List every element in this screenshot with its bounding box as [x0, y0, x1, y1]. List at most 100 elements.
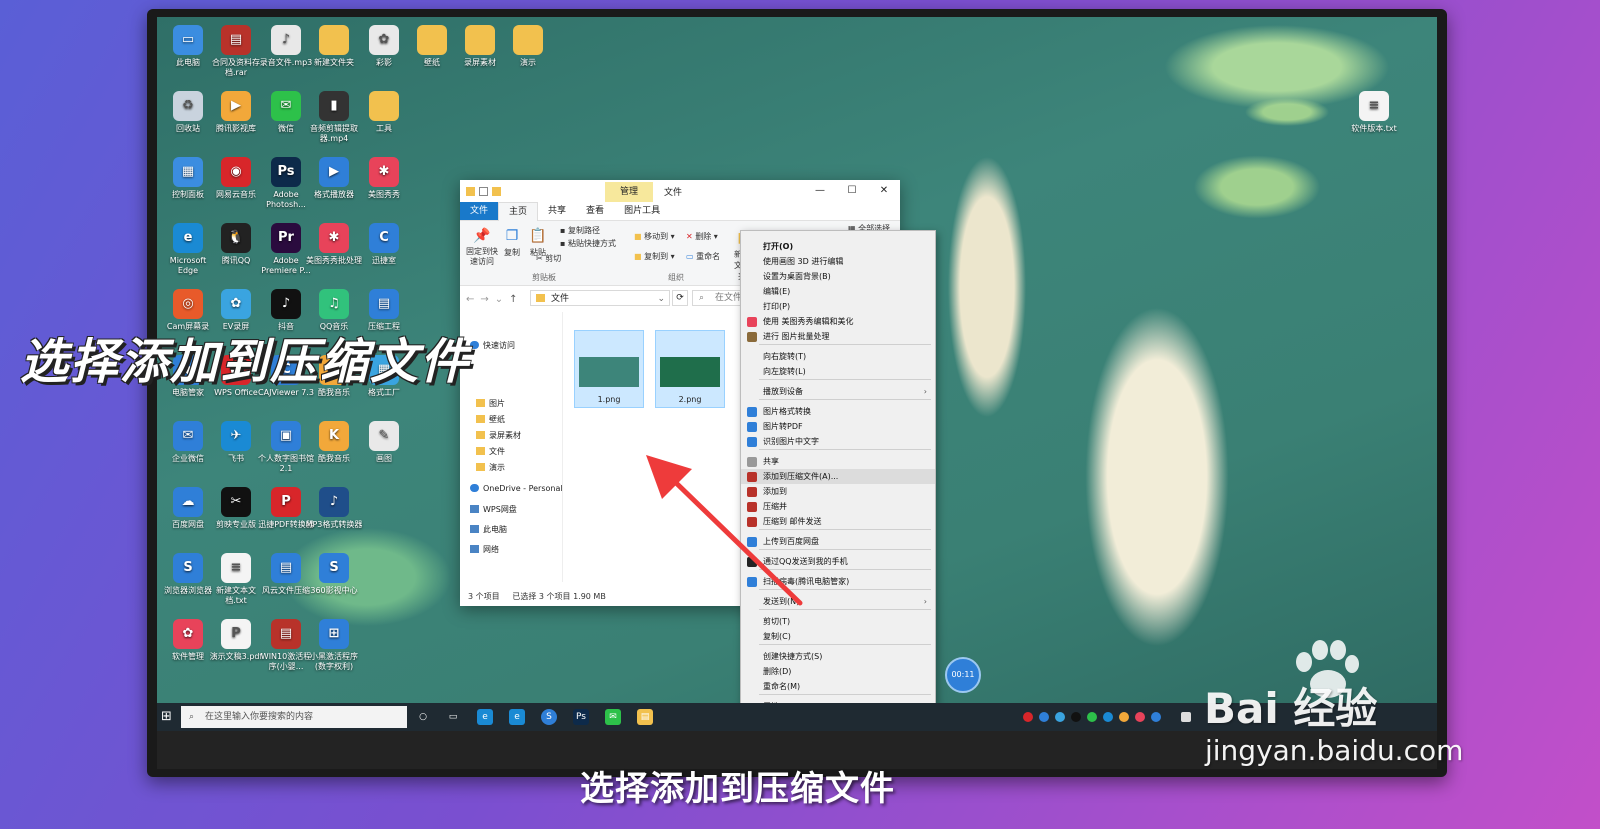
desktop-icon[interactable]: ≡ 软件版本.txt: [1345, 91, 1403, 134]
context-menu-item[interactable]: 使用画图 3D 进行编辑: [741, 254, 935, 269]
context-menu-item[interactable]: 打开(O): [741, 239, 935, 254]
nav-item[interactable]: 演示: [476, 462, 505, 473]
tray-icon[interactable]: [1055, 712, 1065, 722]
quick-access-toolbar[interactable]: [466, 186, 501, 196]
file-thumbnail[interactable]: 2.png: [655, 330, 725, 408]
paste-shortcut-button[interactable]: ▪ 粘贴快捷方式: [560, 238, 616, 249]
maximize-icon[interactable]: ☐: [836, 180, 868, 202]
folder-icon: [466, 186, 475, 196]
context-menu-item[interactable]: 复制(C): [741, 629, 935, 644]
manage-context-tab[interactable]: 管理: [605, 182, 653, 202]
nav-item[interactable]: 图片: [476, 398, 505, 409]
app-icon: [369, 91, 399, 121]
context-menu-item[interactable]: 图片格式转换: [741, 404, 935, 419]
edge-icon[interactable]: e: [509, 709, 525, 725]
nav-item[interactable]: 此电脑: [470, 524, 507, 535]
desktop-icon[interactable]: ✎ 画图: [355, 421, 413, 464]
app-icon: e: [173, 223, 203, 253]
context-menu-item[interactable]: 向左旋转(L): [741, 364, 935, 379]
address-input[interactable]: 文件 ⌄: [530, 290, 670, 306]
desktop-icon[interactable]: S 360影视中心: [305, 553, 363, 596]
tray-icon[interactable]: [1119, 712, 1129, 722]
windows-start-icon[interactable]: ⊞: [161, 710, 175, 724]
file-thumbnail[interactable]: 1.png: [574, 330, 644, 408]
taskbar-search-input[interactable]: ⌕ 在这里输入你要搜索的内容: [181, 706, 407, 728]
cortana-icon[interactable]: ○: [415, 709, 431, 725]
task-view-icon[interactable]: ▭: [445, 709, 461, 725]
nav-item[interactable]: OneDrive - Personal: [470, 484, 563, 493]
app-icon: [417, 25, 447, 55]
close-icon[interactable]: ✕: [868, 180, 900, 202]
move-to-button[interactable]: ■ 移动到 ▾: [634, 231, 675, 242]
wechat-tray-icon[interactable]: [1087, 712, 1097, 722]
refresh-button[interactable]: ⟳: [672, 290, 688, 306]
delete-button[interactable]: ✕ 删除 ▾: [686, 231, 718, 242]
annotation-arrow: [646, 455, 803, 606]
app-icon: Pr: [271, 223, 301, 253]
tray-icon[interactable]: [1181, 712, 1191, 722]
copy-to-button[interactable]: ■ 复制到 ▾: [634, 251, 675, 262]
nav-item[interactable]: 快速访问: [470, 340, 515, 351]
minimize-icon[interactable]: —: [804, 180, 836, 202]
edge-icon[interactable]: e: [477, 709, 493, 725]
shield-tray-icon[interactable]: [1151, 712, 1161, 722]
context-menu-item[interactable]: 播放到设备 ›: [741, 384, 935, 399]
forward-icon[interactable]: →: [480, 294, 488, 305]
back-icon[interactable]: ←: [466, 294, 474, 305]
desktop-icon[interactable]: ⊞ 小黑激活程序(数字权利): [305, 619, 363, 672]
checkbox-icon[interactable]: [479, 186, 488, 196]
recent-chevron-icon[interactable]: ⌄: [495, 294, 503, 305]
tray-icon[interactable]: [1039, 712, 1049, 722]
desktop-icon[interactable]: 工具: [355, 91, 413, 134]
nav-item[interactable]: WPS网盘: [470, 504, 517, 515]
file-explorer-icon[interactable]: ▤: [637, 709, 653, 725]
context-menu-item[interactable]: 识别图片中文字: [741, 434, 935, 449]
tab-picture-tools[interactable]: 图片工具: [614, 202, 670, 220]
context-menu-item[interactable]: 重命名(M): [741, 679, 935, 694]
tab-file[interactable]: 文件: [460, 202, 499, 220]
chevron-right-icon: ›: [923, 387, 927, 396]
context-menu-item[interactable]: 剪切(T): [741, 614, 935, 629]
tab-view[interactable]: 查看: [576, 202, 614, 220]
tab-home[interactable]: 主页: [498, 201, 539, 221]
app-icon: ▤: [221, 25, 251, 55]
pin-quick-access-button[interactable]: 📌 固定到快速访问: [464, 227, 500, 267]
tray-icon[interactable]: [1103, 712, 1113, 722]
computer-icon: [470, 525, 479, 533]
desktop-icon[interactable]: ✱ 美图秀秀: [355, 157, 413, 200]
tray-icon[interactable]: [1135, 712, 1145, 722]
cut-button[interactable]: ✂ 剪切: [536, 253, 561, 264]
netease-tray-icon[interactable]: [1023, 712, 1033, 722]
browser-icon[interactable]: S: [541, 709, 557, 725]
chevron-down-icon[interactable]: ⌄: [657, 291, 665, 307]
rename-button[interactable]: ▭ 重命名: [686, 251, 720, 262]
desktop-icon[interactable]: 演示: [499, 25, 557, 68]
context-menu-item[interactable]: 进行 图片批量处理: [741, 329, 935, 344]
context-menu-item[interactable]: 编辑(E): [741, 284, 935, 299]
nav-item[interactable]: 壁纸: [476, 414, 505, 425]
copy-path-button[interactable]: ▪ 复制路径: [560, 225, 600, 236]
desktop-icon-label: 软件版本.txt: [1351, 124, 1397, 133]
copy-button[interactable]: ❐ 复制: [500, 227, 524, 258]
desktop-icon[interactable]: ♪ MP3格式转换器: [305, 487, 363, 530]
context-menu-item[interactable]: 设置为桌面背景(B): [741, 269, 935, 284]
tiktok-tray-icon[interactable]: [1071, 712, 1081, 722]
desktop-icon-label: 演示: [520, 58, 536, 67]
context-menu-item[interactable]: 使用 美图秀秀编辑和美化: [741, 314, 935, 329]
desktop-icon[interactable]: C 迅捷室: [355, 223, 413, 266]
nav-item[interactable]: 文件: [476, 446, 505, 457]
menu-separator: [759, 399, 931, 400]
nav-item[interactable]: 网络: [470, 544, 499, 555]
up-icon[interactable]: ↑: [509, 294, 517, 305]
context-menu-item[interactable]: 创建快捷方式(S): [741, 649, 935, 664]
nav-item[interactable]: 录屏素材: [476, 430, 521, 441]
photoshop-icon[interactable]: Ps: [573, 709, 589, 725]
context-menu-item[interactable]: 图片转PDF: [741, 419, 935, 434]
explorer-titlebar[interactable]: 管理 文件 — ☐ ✕: [460, 180, 900, 202]
wechat-icon[interactable]: ✉: [605, 709, 621, 725]
app-icon: S: [319, 553, 349, 583]
context-menu-item[interactable]: 删除(D): [741, 664, 935, 679]
context-menu-item[interactable]: 向右旋转(T): [741, 349, 935, 364]
tab-share[interactable]: 共享: [538, 202, 576, 220]
context-menu-item[interactable]: 打印(P): [741, 299, 935, 314]
